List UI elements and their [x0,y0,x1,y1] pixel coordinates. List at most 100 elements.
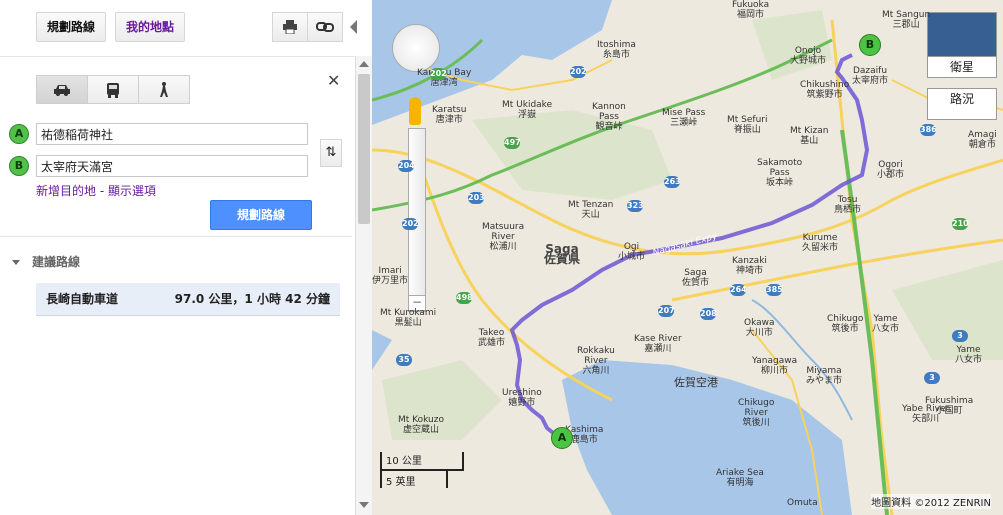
map-label: Chikugo River 筑後川 [738,398,775,428]
link-separator: - [96,184,108,198]
map-label: Ogori 小郡市 [877,160,905,180]
route-shield: 497 [504,137,521,149]
map-label: Yanagawa 柳川市 [752,356,798,376]
map-label: Itoshima 糸島市 [597,40,636,60]
divider [0,236,352,237]
bus-icon [107,82,119,98]
map-label: Fukushima 小国町 [925,396,974,416]
tab-my-places[interactable]: 我的地點 [115,12,186,42]
map-label: Mt Ukidake 浮嶽 [502,100,553,120]
close-icon[interactable]: ✕ [327,71,340,90]
map-label: Ariake Sea 有明海 [716,468,764,488]
print-button[interactable] [272,12,308,42]
map-label: Saga 佐賀市 [682,268,710,288]
expand-arrow-icon [12,260,20,265]
origin-input[interactable]: 祐德稲荷神社 [36,123,308,145]
route-summary: 97.0 公里，1 小時 42 分鐘 [174,292,330,306]
route-name: 長崎自動車道 [46,292,119,306]
panel-scrollbar[interactable] [355,56,372,515]
route-shield: 3 [924,372,940,384]
directions-panel: 規劃路線 我的地點 ✕ A 祐德稲荷神社 B 太宰府天滿宮 ⇅ 新增目的地 - … [0,0,357,515]
route-shield: 210 [952,218,969,230]
map-label: Amagi 朝倉市 [968,130,997,150]
route-shield: 386 [920,124,937,136]
marker-a-icon: A [9,124,29,144]
map-label: Kurume 久留米市 [802,233,839,253]
scrollbar-thumb[interactable] [358,74,370,224]
marker-b-icon[interactable]: B [859,34,881,56]
suggested-routes-header[interactable]: 建議路線 [12,253,80,270]
link-button[interactable] [307,12,343,42]
get-directions-button[interactable]: 規劃路線 [210,200,312,230]
pan-control[interactable] [392,24,440,72]
map-label: Kase River 嘉瀬川 [634,334,682,354]
map-label: Karatsu 唐津市 [432,105,467,125]
route-shield: 264 [730,284,747,296]
route-shield: 207 [658,305,675,317]
mode-car[interactable] [36,75,88,104]
link-icon [316,22,334,32]
map-label: Onojo 大野城市 [790,46,827,66]
map-label: Ureshino 嬉野市 [502,388,542,408]
marker-b-icon: B [9,156,29,176]
map-attribution: 地圖資料 ©2012 ZENRIN [871,494,991,509]
map-type-traffic-label: 路況 [949,92,974,106]
add-destination-links: 新增目的地 - 顯示選項 [36,182,156,199]
destination-input[interactable]: 太宰府天滿宮 [36,155,308,177]
car-icon [54,84,70,96]
map-label: Mise Pass 三瀬峠 [662,108,706,128]
map-label: Mt Kurokami 黒髪山 [380,308,437,328]
map-label: Chikugo 筑後市 [827,314,864,334]
map-label: Mt Kizan 基山 [790,126,829,146]
scale-km: 10 公里 [380,452,464,471]
route-shield: 35 [396,354,412,366]
map-label: Kannon Pass 観音峠 [592,102,626,132]
map-label: Tosu 鳥栖市 [834,195,862,215]
map-label: Rokkaku River 六角川 [577,346,615,376]
map-label: Mt Sefuri 脊振山 [727,115,768,135]
route-shield: 263 [664,176,681,188]
map-type-traffic[interactable]: 路況 [927,88,997,120]
map-label: Yame 八女市 [872,314,900,334]
route-shield: 204 [398,160,415,172]
add-destination-link[interactable]: 新增目的地 [36,184,96,198]
map-label: Chikushino 筑紫野市 [800,80,850,100]
route-option[interactable]: 長崎自動車道 97.0 公里，1 小時 42 分鐘 [36,283,340,316]
map-type-satellite[interactable]: 衛星 [927,56,997,78]
scroll-down-arrow[interactable] [359,502,369,508]
travel-mode-selector [36,75,190,104]
map-label: 佐賀空港 [674,376,718,389]
scroll-up-arrow[interactable] [359,61,369,67]
route-shield: 203 [468,192,485,204]
map-canvas[interactable]: + − 衛星 路況 Itoshima糸島市 Karatsu Bay唐津湾 Kar… [372,0,1003,515]
pegman-icon[interactable] [409,97,421,125]
walk-icon [160,81,168,97]
collapse-panel-arrow[interactable] [350,20,357,34]
scale-km-label: 10 公里 [386,456,422,467]
map-label: Fukuoka 福岡市 [732,0,770,20]
map-label: Sakamoto Pass 坂本峠 [757,158,803,188]
map-label: Takeo 武雄市 [478,328,506,348]
route-shield: 498 [456,292,473,304]
panel-toolbar: 規劃路線 我的地點 [0,0,355,57]
mode-walk[interactable] [138,75,190,104]
map-label: Mt Sangun 三郡山 [882,10,931,30]
map-label: Saga 佐賀県 [544,242,581,266]
mode-transit[interactable] [87,75,139,104]
scale-mi-label: 5 英里 [386,477,416,488]
marker-a-icon[interactable]: A [551,427,573,449]
map-label: Matsuura River 松浦川 [482,222,525,252]
map-scale: 10 公里 5 英里 [380,452,464,488]
tab-directions[interactable]: 規劃路線 [36,12,107,42]
map-label: Miyama みやま市 [806,366,843,386]
route-shield: 202 [402,218,419,230]
satellite-thumbnail[interactable] [927,12,997,58]
route-shield: 3 [952,330,968,342]
suggested-routes-title: 建議路線 [32,255,81,269]
map-label: Mt Kokuzo 虚空蔵山 [398,415,444,435]
map-label: Ogi 小城市 [618,242,646,262]
map-label: Kanzaki 神埼市 [732,256,767,276]
show-options-link[interactable]: 顯示選項 [108,184,156,198]
swap-icon[interactable]: ⇅ [320,139,342,167]
printer-icon [283,20,297,34]
